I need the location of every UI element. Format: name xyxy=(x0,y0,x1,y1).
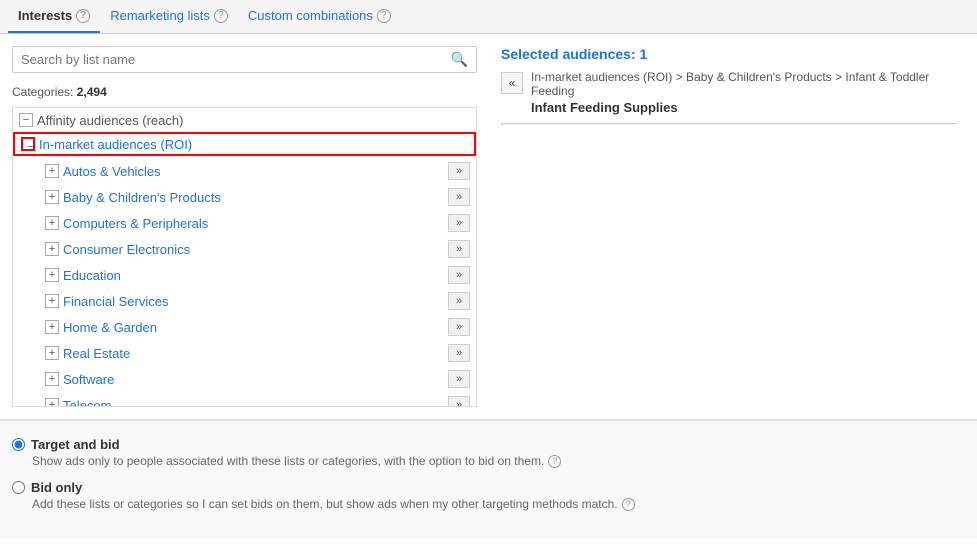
list-container[interactable]: − Affinity audiences (reach) − In-market… xyxy=(12,107,477,407)
in-market-label: In-market audiences (ROI) xyxy=(39,137,192,152)
affinity-label: Affinity audiences (reach) xyxy=(37,113,183,128)
software-label: Software xyxy=(63,372,114,387)
tab-custom[interactable]: Custom combinations ? xyxy=(238,0,401,33)
tab-interests-label: Interests xyxy=(18,8,72,23)
search-input[interactable] xyxy=(21,52,451,67)
tab-remarketing-label: Remarketing lists xyxy=(110,8,210,23)
selected-item-name: Infant Feeding Supplies xyxy=(531,100,957,115)
list-item[interactable]: + Software » xyxy=(13,366,476,392)
left-panel: 🔍 Categories: 2,494 − Affinity audiences… xyxy=(12,46,477,407)
target-and-bid-desc: Show ads only to people associated with … xyxy=(32,454,965,468)
autos-arrow-btn[interactable]: » xyxy=(448,162,470,180)
selected-audiences-header: Selected audiences: 1 xyxy=(501,46,957,62)
target-bid-help-icon[interactable]: ? xyxy=(548,455,561,468)
tab-custom-label: Custom combinations xyxy=(248,8,373,23)
in-market-item[interactable]: − In-market audiences (ROI) xyxy=(13,132,476,156)
bid-only-option: Bid only Add these lists or categories s… xyxy=(12,480,965,511)
interests-help-icon[interactable]: ? xyxy=(76,9,90,23)
selected-breadcrumb: In-market audiences (ROI) > Baby & Child… xyxy=(531,70,929,98)
target-and-bid-text: Target and bid xyxy=(31,437,120,452)
expand-icon: + xyxy=(45,398,59,407)
list-item[interactable]: + Home & Garden » xyxy=(13,314,476,340)
list-item[interactable]: + Baby & Children's Products » xyxy=(13,184,476,210)
list-item[interactable]: + Autos & Vehicles » xyxy=(13,158,476,184)
consumer-label: Consumer Electronics xyxy=(63,242,190,257)
roi-collapse-icon: − xyxy=(21,137,35,151)
list-item[interactable]: − Affinity audiences (reach) xyxy=(13,108,476,132)
expand-icon: + xyxy=(45,346,59,360)
home-label: Home & Garden xyxy=(63,320,157,335)
expand-icon: + xyxy=(45,242,59,256)
list-item[interactable]: + Financial Services » xyxy=(13,288,476,314)
computers-label: Computers & Peripherals xyxy=(63,216,208,231)
baby-label: Baby & Children's Products xyxy=(63,190,221,205)
home-arrow-btn[interactable]: » xyxy=(448,318,470,336)
expand-icon: + xyxy=(45,268,59,282)
tabs-bar: Interests ? Remarketing lists ? Custom c… xyxy=(0,0,977,34)
list-item[interactable]: + Computers & Peripherals » xyxy=(13,210,476,236)
bid-only-radio[interactable] xyxy=(12,481,25,494)
list-item[interactable]: + Telecom » xyxy=(13,392,476,407)
realestate-label: Real Estate xyxy=(63,346,130,361)
selected-item-text: In-market audiences (ROI) > Baby & Child… xyxy=(531,70,957,115)
bid-only-desc: Add these lists or categories so I can s… xyxy=(32,497,965,511)
target-and-bid-option: Target and bid Show ads only to people a… xyxy=(12,437,965,468)
tab-remarketing[interactable]: Remarketing lists ? xyxy=(100,0,238,33)
telecom-label: Telecom xyxy=(63,398,111,408)
realestate-arrow-btn[interactable]: » xyxy=(448,344,470,362)
consumer-arrow-btn[interactable]: » xyxy=(448,240,470,258)
expand-icon: − xyxy=(19,113,33,127)
baby-arrow-btn[interactable]: » xyxy=(448,188,470,206)
education-arrow-btn[interactable]: » xyxy=(448,266,470,284)
bid-only-help-icon[interactable]: ? xyxy=(622,498,635,511)
selected-item-row: « In-market audiences (ROI) > Baby & Chi… xyxy=(501,70,957,115)
expand-icon: + xyxy=(45,372,59,386)
list-item[interactable]: + Consumer Electronics » xyxy=(13,236,476,262)
categories-header: Categories: 2,494 xyxy=(12,81,477,103)
search-box[interactable]: 🔍 xyxy=(12,46,477,73)
bottom-options: Target and bid Show ads only to people a… xyxy=(0,420,977,539)
expand-icon: + xyxy=(45,216,59,230)
financial-label: Financial Services xyxy=(63,294,169,309)
computers-arrow-btn[interactable]: » xyxy=(448,214,470,232)
categories-count: 2,494 xyxy=(77,85,107,99)
main-content: 🔍 Categories: 2,494 − Affinity audiences… xyxy=(0,34,977,419)
target-and-bid-label[interactable]: Target and bid xyxy=(12,437,965,452)
education-label: Education xyxy=(63,268,121,283)
tab-interests[interactable]: Interests ? xyxy=(8,0,100,33)
bid-only-text: Bid only xyxy=(31,480,82,495)
divider xyxy=(501,123,957,125)
search-icon: 🔍 xyxy=(451,51,468,68)
telecom-arrow-btn[interactable]: » xyxy=(448,396,470,407)
list-item[interactable]: + Education » xyxy=(13,262,476,288)
expand-icon: + xyxy=(45,320,59,334)
target-and-bid-radio[interactable] xyxy=(12,438,25,451)
remarketing-help-icon[interactable]: ? xyxy=(214,9,228,23)
expand-icon: + xyxy=(45,294,59,308)
bid-only-label[interactable]: Bid only xyxy=(12,480,965,495)
expand-icon: + xyxy=(45,190,59,204)
back-button[interactable]: « xyxy=(501,72,523,94)
autos-label: Autos & Vehicles xyxy=(63,164,161,179)
list-item[interactable]: + Real Estate » xyxy=(13,340,476,366)
expand-icon: + xyxy=(45,164,59,178)
selected-count: 1 xyxy=(640,46,648,62)
software-arrow-btn[interactable]: » xyxy=(448,370,470,388)
right-panel: Selected audiences: 1 « In-market audien… xyxy=(493,46,965,407)
custom-help-icon[interactable]: ? xyxy=(377,9,391,23)
financial-arrow-btn[interactable]: » xyxy=(448,292,470,310)
